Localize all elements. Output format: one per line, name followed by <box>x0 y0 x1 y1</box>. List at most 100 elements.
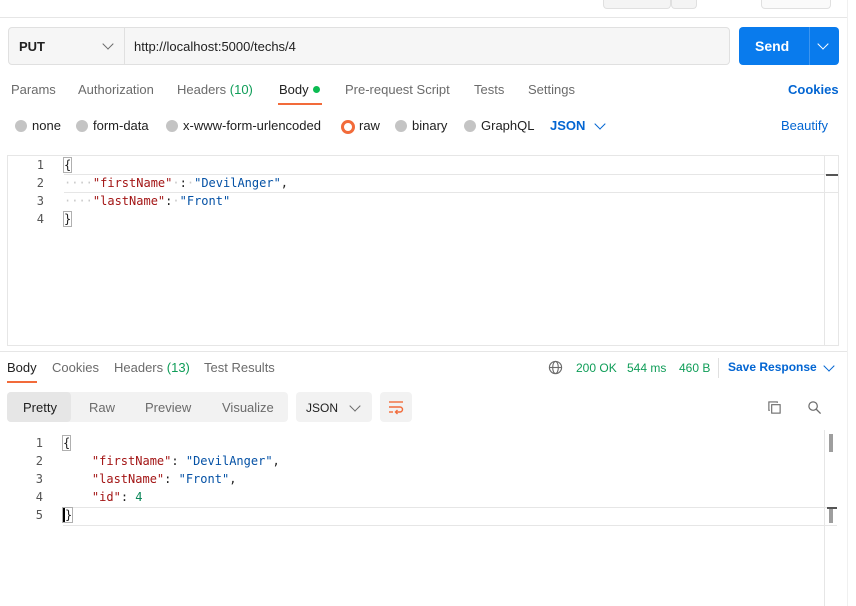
code-value: "Front" <box>178 472 230 486</box>
tab-body[interactable]: Body <box>279 82 320 97</box>
view-tab-pretty[interactable]: Pretty <box>23 400 57 415</box>
line-number: 4 <box>35 490 43 504</box>
tab-params[interactable]: Params <box>11 82 56 97</box>
code-line: ····"lastName":·"Front" <box>64 194 231 208</box>
radio-binary-label[interactable]: binary <box>412 118 447 133</box>
right-border <box>847 0 848 606</box>
code-key: "firstName" <box>92 176 173 190</box>
response-size[interactable]: 460 B <box>679 361 710 375</box>
view-tabs: Pretty Raw Preview Visualize <box>7 392 288 422</box>
top-toggle[interactable] <box>761 0 831 9</box>
radio-urlencoded[interactable] <box>166 120 178 132</box>
response-tab-headers-count: (13) <box>166 360 190 375</box>
scroll-track <box>824 156 825 345</box>
pane-divider[interactable] <box>0 351 847 352</box>
line-number: 3 <box>36 194 44 208</box>
wrap-lines-button[interactable] <box>380 392 412 422</box>
tab-pre-request-script[interactable]: Pre-request Script <box>345 82 450 97</box>
response-format-label: JSON <box>306 401 339 415</box>
code-brace: } <box>62 211 73 227</box>
scroll-track <box>824 430 825 606</box>
space-guide: · <box>186 176 195 190</box>
status-divider <box>718 358 719 378</box>
code-value: "DevilAnger" <box>185 454 273 468</box>
radio-binary[interactable] <box>395 120 407 132</box>
radio-raw-label[interactable]: raw <box>359 118 380 133</box>
scroll-marker-bar <box>829 509 833 523</box>
radio-none-label[interactable]: none <box>32 118 61 133</box>
view-tab-preview[interactable]: Preview <box>145 400 191 415</box>
code-key: "lastName" <box>92 194 166 208</box>
tab-active-indicator <box>278 103 322 105</box>
method-select[interactable]: PUT <box>9 28 125 64</box>
response-tab-test-results[interactable]: Test Results <box>204 360 275 375</box>
send-label: Send <box>755 38 790 54</box>
response-format-select[interactable]: JSON <box>296 392 372 422</box>
body-format-select[interactable]: JSON <box>550 118 585 133</box>
chevron-down-icon[interactable] <box>594 118 606 130</box>
radio-raw[interactable] <box>341 120 355 134</box>
response-tab-cookies[interactable]: Cookies <box>52 360 99 375</box>
view-tab-raw[interactable]: Raw <box>89 400 115 415</box>
radio-none[interactable] <box>15 120 27 132</box>
line-number: 2 <box>36 176 44 190</box>
response-tab-headers-label: Headers <box>114 360 164 375</box>
tab-headers-label: Headers <box>177 82 227 97</box>
radio-graphql[interactable] <box>464 120 476 132</box>
scroll-marker[interactable] <box>826 174 838 176</box>
line-number: 1 <box>35 436 43 450</box>
send-button[interactable]: Send <box>739 27 839 65</box>
status-code[interactable]: 200 OK <box>576 361 617 375</box>
cookies-link[interactable]: Cookies <box>788 82 839 97</box>
code-brace: { <box>61 435 72 451</box>
code-value: "DevilAnger" <box>194 176 281 190</box>
send-divider <box>809 27 810 65</box>
search-icon[interactable] <box>807 400 822 415</box>
globe-icon[interactable] <box>548 360 563 375</box>
top-button-dropdown[interactable] <box>671 0 697 9</box>
save-response-button[interactable]: Save Response <box>728 360 817 374</box>
response-tab-headers[interactable]: Headers (13) <box>114 360 190 375</box>
tab-settings[interactable]: Settings <box>528 82 575 97</box>
response-tab-body[interactable]: Body <box>7 360 37 375</box>
top-button[interactable] <box>603 0 671 9</box>
chevron-down-icon[interactable] <box>817 38 829 50</box>
tab-body-label: Body <box>279 82 309 97</box>
copy-icon[interactable] <box>767 400 782 415</box>
code-key: "lastName" <box>91 472 165 486</box>
chevron-down-icon <box>102 38 114 50</box>
method-label: PUT <box>19 39 45 54</box>
radio-form-data-label[interactable]: form-data <box>93 118 149 133</box>
scroll-thumb[interactable] <box>829 434 833 452</box>
view-tab-visualize[interactable]: Visualize <box>222 400 274 415</box>
line-number: 1 <box>36 158 44 172</box>
radio-graphql-label[interactable]: GraphQL <box>481 118 534 133</box>
code-line: ····"firstName"·:·"DevilAnger", <box>64 176 289 190</box>
chevron-down-icon[interactable] <box>823 360 835 372</box>
code-key: "id" <box>91 490 121 504</box>
line-number: 2 <box>35 454 43 468</box>
tab-headers[interactable]: Headers (10) <box>177 82 253 97</box>
code-brace: { <box>62 157 73 173</box>
chevron-down-icon <box>349 400 361 412</box>
code-value: 4 <box>135 490 143 504</box>
url-input[interactable]: http://localhost:5000/techs/4 <box>134 39 296 54</box>
response-time[interactable]: 544 ms <box>627 361 666 375</box>
radio-form-data[interactable] <box>76 120 88 132</box>
space-guide: · <box>172 176 180 190</box>
tab-headers-count: (10) <box>229 82 253 97</box>
response-body-viewer[interactable]: 1 2 3 4 5 { "firstName": "DevilAnger", "… <box>7 432 837 606</box>
tab-tests[interactable]: Tests <box>474 82 504 97</box>
modified-dot-icon <box>312 86 320 93</box>
indent-guide: ···· <box>64 194 93 208</box>
beautify-link[interactable]: Beautify <box>781 118 828 133</box>
code-line: "firstName": "DevilAnger", <box>91 454 280 468</box>
request-body-editor[interactable]: 1 2 3 4 { ····"firstName"·:·"DevilAnger"… <box>7 155 839 346</box>
radio-urlencoded-label[interactable]: x-www-form-urlencoded <box>183 118 321 133</box>
line-number: 5 <box>35 508 43 522</box>
tab-authorization[interactable]: Authorization <box>78 82 154 97</box>
space-guide: · <box>172 194 180 208</box>
top-divider <box>0 17 847 18</box>
indent-guide: ···· <box>64 176 93 190</box>
current-line-highlight <box>63 507 837 526</box>
